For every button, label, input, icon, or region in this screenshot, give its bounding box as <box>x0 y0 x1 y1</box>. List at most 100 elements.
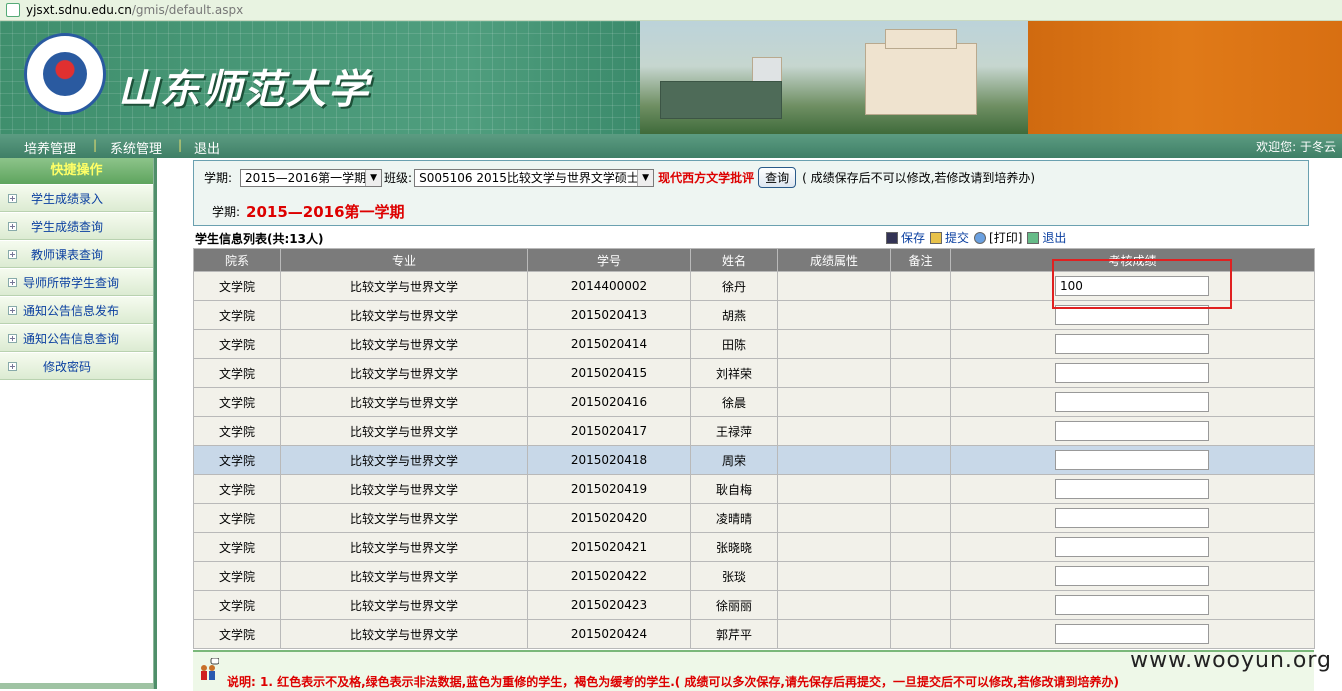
note-text: 1. 红色表示不及格,绿色表示非法数据,蓝色为重修的学生，褐色为缓考的学生.( … <box>260 675 1120 689</box>
table-row[interactable]: 文学院 比较文学与世界文学 2015020415 刘祥荣 <box>193 358 1315 388</box>
cell-attr <box>777 271 891 301</box>
table-row[interactable]: 文学院 比较文学与世界文学 2015020414 田陈 <box>193 329 1315 359</box>
nav-logout[interactable]: 退出 <box>194 138 220 157</box>
cell-name: 张琰 <box>690 561 778 591</box>
cell-dept: 文学院 <box>193 387 281 417</box>
table-row[interactable]: 文学院 比较文学与世界文学 2014400002 徐丹 100 <box>193 271 1315 301</box>
cell-attr <box>777 503 891 533</box>
cell-score <box>950 358 1315 388</box>
table-row[interactable]: 文学院 比较文学与世界文学 2015020413 胡燕 <box>193 300 1315 330</box>
cell-name: 徐丽丽 <box>690 590 778 620</box>
score-input[interactable] <box>1055 537 1209 557</box>
submit-button[interactable]: 提交 <box>945 229 969 246</box>
cell-id: 2015020416 <box>527 387 691 417</box>
chevron-down-icon: ▼ <box>365 169 382 186</box>
score-input[interactable] <box>1055 450 1209 470</box>
cell-id: 2015020415 <box>527 358 691 388</box>
score-input[interactable] <box>1055 566 1209 586</box>
cell-score <box>950 590 1315 620</box>
list-toolbar: 学生信息列表(共:13人) 保存 提交 [打印] 退出 <box>193 229 1313 247</box>
cell-attr <box>777 590 891 620</box>
cell-remark <box>890 561 951 591</box>
score-input[interactable] <box>1055 479 1209 499</box>
save-button[interactable]: 保存 <box>901 229 925 246</box>
cell-dept: 文学院 <box>193 300 281 330</box>
sidebar-item-grade-entry[interactable]: 学生成绩录入 <box>0 185 153 212</box>
cell-major: 比较文学与世界文学 <box>280 561 528 591</box>
plus-icon <box>8 221 17 231</box>
exit-button[interactable]: 退出 <box>1042 229 1066 246</box>
col-header: 院系 <box>193 248 281 272</box>
term-display: 2015—2016第一学期 <box>246 203 405 221</box>
score-input[interactable] <box>1055 624 1209 644</box>
class-select[interactable]: S005106 2015比较文学与世界文学硕士 ▼ <box>414 168 655 187</box>
cell-remark <box>890 387 951 417</box>
cell-major: 比较文学与世界文学 <box>280 271 528 301</box>
cell-name: 周荣 <box>690 445 778 475</box>
save-hint: ( 成绩保存后不可以修改,若修改请到培养办) <box>802 171 1036 185</box>
cell-name: 徐丹 <box>690 271 778 301</box>
sidebar-splitter[interactable] <box>154 158 157 689</box>
list-title: 学生信息列表(共:13人) <box>195 232 324 246</box>
nav-training-mgmt[interactable]: 培养管理 <box>24 138 76 157</box>
score-input[interactable] <box>1055 421 1209 441</box>
term-label-2: 学期: <box>212 205 241 219</box>
cell-attr <box>777 300 891 330</box>
term-select[interactable]: 2015—2016第一学期 ▼ <box>240 168 383 187</box>
sidebar-item-change-password[interactable]: 修改密码 <box>0 353 153 380</box>
sidebar-item-advisor-students[interactable]: 导师所带学生查询 <box>0 269 153 296</box>
query-button[interactable]: 查询 <box>758 167 797 188</box>
cell-score: 100 <box>950 271 1315 301</box>
table-row[interactable]: 文学院 比较文学与世界文学 2015020423 徐丽丽 <box>193 590 1315 620</box>
score-input[interactable] <box>1055 363 1209 383</box>
score-input[interactable] <box>1055 508 1209 528</box>
cell-name: 张晓晓 <box>690 532 778 562</box>
cell-id: 2015020423 <box>527 590 691 620</box>
sidebar-item-notice-publish[interactable]: 通知公告信息发布 <box>0 297 153 324</box>
nav-separator: | <box>178 138 183 152</box>
cell-id: 2015020417 <box>527 416 691 446</box>
cell-attr <box>777 561 891 591</box>
table-row[interactable]: 文学院 比较文学与世界文学 2015020421 张晓晓 <box>193 532 1315 562</box>
sidebar-item-notice-query[interactable]: 通知公告信息查询 <box>0 325 153 352</box>
cell-major: 比较文学与世界文学 <box>280 358 528 388</box>
score-input[interactable] <box>1055 392 1209 412</box>
nav-separator: | <box>93 138 98 152</box>
course-name: 现代西方文学批评 <box>658 171 755 185</box>
cell-name: 徐晨 <box>690 387 778 417</box>
sidebar-item-grade-query[interactable]: 学生成绩查询 <box>0 213 153 240</box>
cell-remark <box>890 619 951 649</box>
score-input[interactable] <box>1055 595 1209 615</box>
table-row[interactable]: 文学院 比较文学与世界文学 2015020420 凌晴晴 <box>193 503 1315 533</box>
score-input[interactable] <box>1055 305 1209 325</box>
cell-remark <box>890 300 951 330</box>
cell-id: 2015020413 <box>527 300 691 330</box>
table-row[interactable]: 文学院 比较文学与世界文学 2015020417 王禄萍 <box>193 416 1315 446</box>
cell-dept: 文学院 <box>193 445 281 475</box>
table-row[interactable]: 文学院 比较文学与世界文学 2015020416 徐晨 <box>193 387 1315 417</box>
cell-remark <box>890 445 951 475</box>
cell-remark <box>890 329 951 359</box>
table-row[interactable]: 文学院 比较文学与世界文学 2015020424 郭芹平 <box>193 619 1315 649</box>
chevron-down-icon: ▼ <box>637 169 654 186</box>
score-input[interactable]: 100 <box>1055 276 1209 296</box>
print-button[interactable]: [打印] <box>989 229 1022 246</box>
nav-system-mgmt[interactable]: 系统管理 <box>110 138 162 157</box>
table-row[interactable]: 文学院 比较文学与世界文学 2015020418 周荣 <box>193 445 1315 475</box>
cell-id: 2014400002 <box>527 271 691 301</box>
cell-id: 2015020424 <box>527 619 691 649</box>
table-row[interactable]: 文学院 比较文学与世界文学 2015020422 张琰 <box>193 561 1315 591</box>
cell-attr <box>777 329 891 359</box>
score-input[interactable] <box>1055 334 1209 354</box>
cell-dept: 文学院 <box>193 271 281 301</box>
university-logo <box>24 33 106 115</box>
cell-major: 比较文学与世界文学 <box>280 329 528 359</box>
table-row[interactable]: 文学院 比较文学与世界文学 2015020419 耿自梅 <box>193 474 1315 504</box>
col-header: 专业 <box>280 248 528 272</box>
address-bar[interactable]: yjsxt.sdnu.edu.cn/gmis/default.aspx <box>0 0 1342 21</box>
cell-dept: 文学院 <box>193 590 281 620</box>
cell-dept: 文学院 <box>193 416 281 446</box>
exit-icon <box>1027 231 1040 244</box>
sidebar-item-teacher-schedule[interactable]: 教师课表查询 <box>0 241 153 268</box>
note-label: 说明: <box>227 675 256 689</box>
